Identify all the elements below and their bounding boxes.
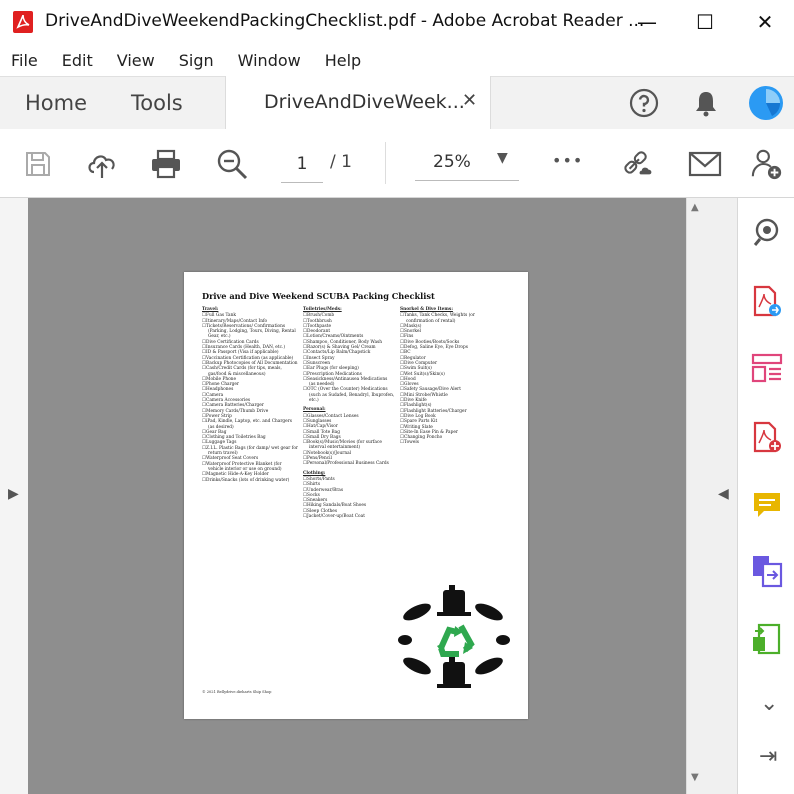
checklist-items: Tanks, Tank Checks, Weights (or confirma…	[400, 313, 500, 445]
organize-pages-icon[interactable]	[750, 351, 784, 385]
mask-icon	[398, 635, 510, 645]
checklist-item: Personal/Professional Business Cards	[303, 461, 395, 466]
page-total: / 1	[330, 152, 352, 172]
checklist-column-travel: Travel: Full Gas TankItinerary/Maps/Cont…	[202, 307, 298, 483]
upload-cloud-icon[interactable]	[85, 147, 119, 181]
tab-home[interactable]: Home	[25, 91, 87, 115]
menu-view[interactable]: View	[105, 51, 167, 70]
pdf-footer: © 2021 Bellydrive.dieharts Ship Shop	[202, 690, 272, 694]
more-tools-button[interactable]: •••	[552, 151, 583, 170]
acrobat-app-icon	[13, 11, 33, 33]
link-icon[interactable]	[622, 147, 656, 181]
scuba-gear-recycle-graphic	[397, 582, 511, 696]
checklist-item: Book(s)/Music/Movies (for surface interv…	[303, 440, 395, 451]
chevron-down-icon[interactable]: ⌄	[760, 691, 778, 716]
toolbar: / 1 25% ▼ •••	[0, 129, 794, 198]
close-window-button[interactable]: ✕	[736, 0, 794, 44]
convert-icon[interactable]	[750, 554, 784, 588]
page-number-input[interactable]	[281, 146, 323, 183]
collapse-tools-pane-icon[interactable]: ⇥	[759, 744, 777, 769]
right-tools-pane: ⌄ ⇥	[737, 198, 794, 794]
section-heading: Toiletries/Meds:	[303, 307, 342, 312]
checklist-item: Z.I.L. Plastic Bags (for damp/ wet gear …	[202, 446, 298, 457]
compress-icon[interactable]	[750, 622, 784, 656]
tab-tools[interactable]: Tools	[131, 91, 183, 115]
menu-file[interactable]: File	[0, 51, 50, 70]
menu-help[interactable]: Help	[313, 51, 373, 70]
checklist-item: Cash/Credit Cards (for tips, meals, gas/…	[202, 366, 298, 377]
comment-icon[interactable]	[750, 488, 784, 522]
menu-sign[interactable]: Sign	[167, 51, 226, 70]
scroll-up-arrow[interactable]: ▲	[691, 202, 699, 213]
zoom-value: 25%	[433, 152, 471, 172]
checklist-item: Jacket/Cover-up/Boat Coat	[303, 514, 395, 519]
minimize-button[interactable]: —	[618, 0, 676, 44]
checklist-items: Full Gas TankItinerary/Maps/Contact Info…	[202, 313, 298, 483]
print-icon[interactable]	[149, 147, 183, 181]
add-user-icon[interactable]	[750, 147, 784, 181]
section-heading: Personal:	[303, 407, 326, 413]
chevron-down-icon: ▼	[497, 150, 508, 166]
section-heading: Travel:	[202, 307, 219, 312]
document-tab-label: DriveAndDiveWeek...	[264, 91, 465, 113]
checklist-item: Tanks, Tank Checks, Weights (or confirma…	[400, 313, 500, 324]
save-icon[interactable]	[21, 147, 55, 181]
checklist-column-dive: Snorkel & Dive Items: Tanks, Tank Checks…	[400, 307, 500, 446]
vertical-scrollbar[interactable]: ▲ ◀ ▼	[686, 198, 738, 794]
checklist-item: Towels	[400, 440, 500, 445]
checklist-items: Glasses/Contact LensesSunglassesHat/Cap/…	[303, 414, 395, 467]
search-zoom-icon[interactable]	[750, 215, 784, 249]
pdf-title: Drive and Dive Weekend SCUBA Packing Che…	[202, 291, 435, 301]
checklist-item: Tickets/Reservations/ Confirmations (Par…	[202, 324, 298, 340]
expand-left-panel-icon[interactable]: ▶	[8, 486, 19, 502]
zoom-select[interactable]: 25% ▼	[415, 146, 519, 181]
window-title: DriveAndDiveWeekendPackingChecklist.pdf …	[45, 11, 645, 31]
toolbar-divider	[385, 142, 386, 184]
checklist-item: Drinks/Snacks (lots of drinking water)	[202, 478, 298, 483]
checklist-item: Waterproof Protective Blanket (for vehic…	[202, 462, 298, 473]
checklist-items: Shorts/PantsShirtsUnderwear/BrasSocksSne…	[303, 477, 395, 519]
section-heading: Snorkel & Dive Items:	[400, 307, 453, 312]
pdf-page: Drive and Dive Weekend SCUBA Packing Che…	[184, 272, 528, 719]
close-tab-icon[interactable]: ✕	[462, 90, 477, 111]
menu-bar: File Edit View Sign Window Help	[0, 44, 794, 76]
export-pdf-icon[interactable]	[750, 284, 784, 318]
envelope-icon[interactable]	[688, 147, 722, 181]
menu-edit[interactable]: Edit	[50, 51, 105, 70]
maximize-button[interactable]: ☐	[676, 0, 734, 44]
bell-icon[interactable]	[690, 87, 722, 123]
left-panel-collapsed: ▶	[0, 198, 29, 794]
checklist-column-toiletries: Toiletries/Meds: Brush/CombToothbrushToo…	[303, 307, 395, 519]
checklist-item: OTC (Over the Counter) Medications (such…	[303, 387, 395, 403]
checklist-item: Seasickness/Antinausea Medications (as n…	[303, 377, 395, 388]
menu-window[interactable]: Window	[226, 51, 313, 70]
help-icon[interactable]	[628, 87, 660, 123]
section-heading: Clothing:	[303, 470, 326, 476]
title-bar: DriveAndDiveWeekendPackingChecklist.pdf …	[0, 0, 794, 44]
zoom-out-icon[interactable]	[215, 147, 249, 181]
checklist-item: iPad, Kindle, Laptop, etc. and Chargers …	[202, 419, 298, 430]
tab-document[interactable]: DriveAndDiveWeek... ✕	[225, 76, 491, 129]
create-pdf-icon[interactable]	[750, 420, 784, 454]
avatar-icon[interactable]	[748, 85, 784, 125]
collapse-right-panel-icon[interactable]: ◀	[718, 486, 729, 502]
scroll-down-arrow[interactable]: ▼	[691, 772, 699, 783]
checklist-items: Brush/CombToothbrushToothpasteDeodorantL…	[303, 313, 395, 403]
